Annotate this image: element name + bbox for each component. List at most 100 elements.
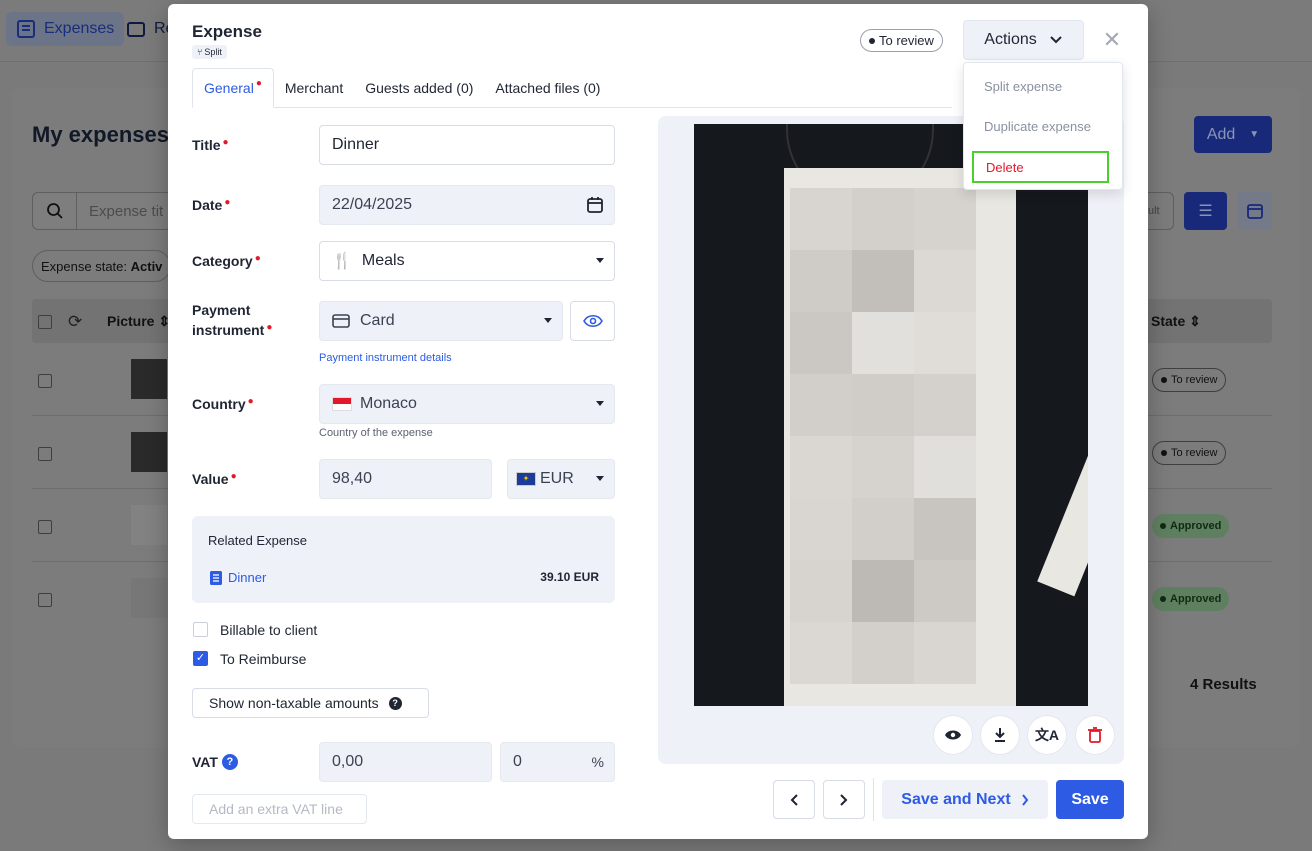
tab-guests[interactable]: Guests added (0) xyxy=(354,68,484,108)
eye-icon xyxy=(582,314,603,328)
non-taxable-label: Show non-taxable amounts xyxy=(209,695,379,711)
search-placeholder: Expense tit xyxy=(89,202,164,220)
reimburse-label: To Reimburse xyxy=(220,651,307,667)
calendar-icon[interactable] xyxy=(586,196,604,214)
card-icon xyxy=(332,314,350,328)
required-marker: ● xyxy=(230,471,237,482)
row-checkbox[interactable] xyxy=(38,593,52,607)
row-checkbox[interactable] xyxy=(38,520,52,534)
save-and-next-button[interactable]: Save and Next xyxy=(882,780,1048,819)
vat-rate: 0 xyxy=(513,753,522,770)
chevron-right-icon xyxy=(1021,793,1028,806)
save-button[interactable]: Save xyxy=(1056,780,1124,819)
chevron-left-icon xyxy=(790,793,798,806)
vat-amount-input[interactable]: 0,00 xyxy=(319,742,492,782)
help-icon[interactable]: ? xyxy=(221,754,238,770)
status-badge: Approved xyxy=(1152,514,1230,538)
reimburse-checkbox[interactable]: ✓ xyxy=(193,651,208,666)
currency-value: EUR xyxy=(540,470,574,487)
show-non-taxable-button[interactable]: Show non-taxable amounts ? xyxy=(192,688,429,718)
column-picture-label: Picture xyxy=(107,313,155,329)
payment-view-button[interactable] xyxy=(570,301,615,341)
search-icon xyxy=(33,193,77,229)
help-icon[interactable]: ? xyxy=(388,696,402,710)
tab-label: Attached files (0) xyxy=(495,80,601,96)
translate-icon[interactable]: 文A xyxy=(1028,716,1066,754)
currency-select[interactable]: ✦ EUR xyxy=(507,459,615,499)
value-input[interactable]: 98,40 xyxy=(319,459,492,499)
menu-item-delete[interactable]: Delete xyxy=(972,151,1109,183)
payment-label: Payment instrument ● xyxy=(192,300,272,343)
tab-general[interactable]: General ● xyxy=(192,68,274,108)
status-dot xyxy=(1160,596,1166,602)
tab-label: Guests added (0) xyxy=(365,80,474,96)
date-input[interactable]: 22/04/2025 xyxy=(319,185,615,225)
monaco-flag-icon xyxy=(332,397,352,411)
title-label: Title ● xyxy=(192,135,229,158)
actions-menu: Split expense Duplicate expense Delete xyxy=(963,62,1123,190)
add-vat-line-button[interactable]: Add an extra VAT line xyxy=(192,794,367,824)
value-label-text: Value xyxy=(192,471,229,487)
row-checkbox[interactable] xyxy=(38,374,52,388)
menu-item-split-expense[interactable]: Split expense xyxy=(964,67,1124,105)
title-label-text: Title xyxy=(192,137,221,153)
calendar-view-icon[interactable] xyxy=(1237,192,1272,230)
tab-merchant[interactable]: Merchant xyxy=(274,68,354,108)
status-label: Approved xyxy=(1170,520,1222,532)
column-picture[interactable]: Picture ⇕ xyxy=(107,313,170,330)
category-select[interactable]: 🍴 Meals xyxy=(319,241,615,281)
menu-item-duplicate-expense[interactable]: Duplicate expense xyxy=(964,107,1124,145)
second-receipt-edge xyxy=(1037,451,1088,597)
tab-attached-files[interactable]: Attached files (0) xyxy=(484,68,611,108)
nav-tab-expenses[interactable]: Expenses xyxy=(6,12,125,46)
trash-icon[interactable] xyxy=(1076,716,1114,754)
split-icon: ⑂ xyxy=(197,47,203,57)
status-label: Approved xyxy=(1170,593,1222,605)
vat-rate-input[interactable]: 0% xyxy=(500,742,615,782)
vat-value: 0,00 xyxy=(332,753,364,770)
title-value: Dinner xyxy=(332,136,380,153)
download-icon[interactable] xyxy=(981,716,1019,754)
save-next-label: Save and Next xyxy=(901,790,1011,808)
vat-label-text: VAT xyxy=(192,754,218,770)
add-button[interactable]: Add ▼ xyxy=(1194,116,1272,153)
caret-down-icon xyxy=(596,258,604,263)
page-title: My expenses xyxy=(32,122,169,147)
caret-down-icon xyxy=(596,476,604,481)
country-select[interactable]: Monaco xyxy=(319,384,615,424)
list-view-icon[interactable]: ☰ xyxy=(1184,192,1227,230)
billable-checkbox[interactable] xyxy=(193,622,208,637)
payment-select[interactable]: Card xyxy=(319,301,563,341)
view-icon[interactable] xyxy=(934,716,972,754)
category-value: Meals xyxy=(361,252,405,269)
status-badge: To review xyxy=(860,29,943,52)
status-dot xyxy=(1160,523,1166,529)
tab-label: General xyxy=(204,80,254,96)
refresh-icon[interactable]: ⟳ xyxy=(68,312,82,332)
country-value: Monaco xyxy=(360,395,417,412)
actions-button[interactable]: Actions xyxy=(963,20,1084,60)
payment-details-link[interactable]: Payment instrument details xyxy=(319,352,452,364)
category-label-text: Category xyxy=(192,253,253,269)
next-button[interactable] xyxy=(823,780,865,819)
search-input[interactable]: Expense tit xyxy=(32,192,172,230)
close-icon[interactable]: ✕ xyxy=(1102,29,1122,51)
column-state[interactable]: State ⇕ xyxy=(1151,313,1201,330)
select-all-checkbox[interactable] xyxy=(38,315,52,329)
previous-button[interactable] xyxy=(773,780,815,819)
row-checkbox[interactable] xyxy=(38,447,52,461)
caret-down-icon xyxy=(544,318,552,323)
country-hint: Country of the expense xyxy=(319,427,433,439)
related-expense-panel: Related Expense Dinner 39.10 EUR xyxy=(192,516,615,603)
required-marker: ● xyxy=(222,137,229,148)
caret-down-icon xyxy=(596,401,604,406)
related-expense-link[interactable]: Dinner xyxy=(210,570,266,585)
status-dot xyxy=(1161,377,1167,383)
state-filter-chip[interactable]: Expense state: Activ xyxy=(32,250,172,282)
title-input[interactable]: Dinner xyxy=(319,125,615,165)
default-filter-button[interactable]: ult xyxy=(1148,192,1174,230)
menu-item-label: Duplicate expense xyxy=(984,118,1091,134)
status-dot xyxy=(1161,450,1167,456)
receipt-preview-panel: 文A xyxy=(658,116,1124,764)
payment-label-line2: instrument xyxy=(192,322,265,338)
